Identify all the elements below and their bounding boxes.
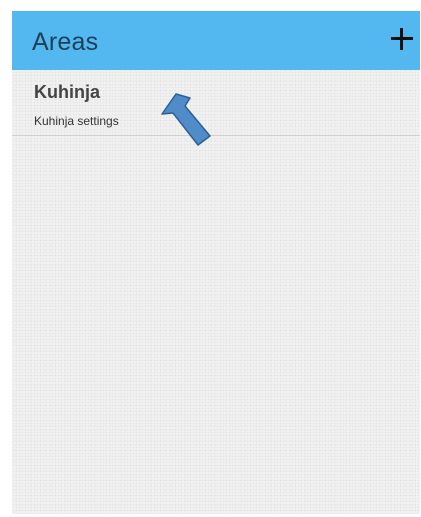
page-title: Areas <box>32 28 99 56</box>
add-area-button[interactable] <box>388 25 416 53</box>
app-bar: Areas <box>12 11 420 70</box>
area-name: Kuhinja <box>34 82 100 102</box>
list-item-area[interactable]: Kuhinja Kuhinja settings <box>12 70 420 136</box>
app-screen: Areas Kuhinja Kuhinja settings <box>12 11 420 514</box>
area-subtitle: Kuhinja settings <box>34 114 119 128</box>
arrow-up-left-icon <box>161 93 211 146</box>
